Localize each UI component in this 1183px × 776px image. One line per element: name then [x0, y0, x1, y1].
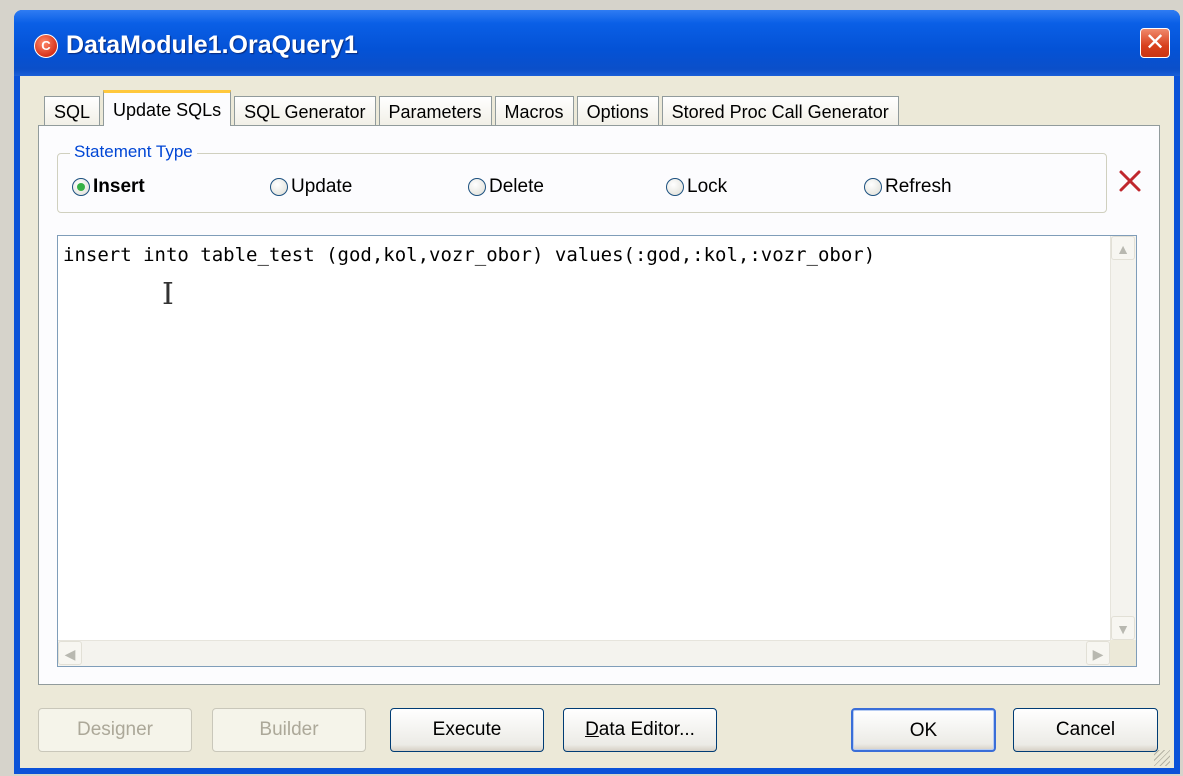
- tab-strip: SQL Update SQLs SQL Generator Parameters…: [44, 90, 902, 126]
- radio-insert-indicator: [72, 178, 90, 196]
- sql-editor[interactable]: insert into table_test (god,kol,vozr_obo…: [57, 235, 1137, 667]
- radio-insert[interactable]: Insert: [72, 176, 145, 198]
- tab-parameters[interactable]: Parameters: [378, 96, 492, 126]
- desktop-background: C DataModule1.OraQuery1 ✕ SQL Update SQL…: [0, 0, 1183, 776]
- scroll-up-icon[interactable]: ▲: [1111, 236, 1135, 260]
- radio-refresh-label: Refresh: [885, 176, 952, 197]
- radio-update[interactable]: Update: [270, 176, 352, 198]
- radio-refresh[interactable]: Refresh: [864, 176, 952, 198]
- title-bar[interactable]: C DataModule1.OraQuery1 ✕: [14, 10, 1180, 76]
- radio-update-indicator: [270, 178, 288, 196]
- resize-grip-icon[interactable]: [1154, 750, 1170, 766]
- devart-app-icon: C: [34, 34, 58, 58]
- builder-button[interactable]: Builder: [212, 708, 366, 752]
- radio-insert-label: Insert: [93, 176, 145, 197]
- radio-update-label: Update: [291, 176, 353, 197]
- text-cursor-icon: I: [162, 277, 174, 312]
- data-editor-accelerator: D: [585, 719, 599, 740]
- tab-sql-generator[interactable]: SQL Generator: [234, 96, 376, 126]
- tab-sql[interactable]: SQL: [44, 96, 101, 126]
- scroll-left-icon[interactable]: ◀: [58, 641, 82, 665]
- radio-delete-label: Delete: [489, 176, 544, 197]
- designer-button[interactable]: Designer: [38, 708, 192, 752]
- update-sqls-panel: Statement Type Insert Update Delete Lock…: [38, 125, 1160, 685]
- scroll-right-icon[interactable]: ▶: [1086, 641, 1110, 665]
- query-editor-dialog: C DataModule1.OraQuery1 ✕ SQL Update SQL…: [14, 10, 1180, 774]
- cancel-button[interactable]: Cancel: [1013, 708, 1158, 752]
- red-x-icon[interactable]: [1117, 168, 1143, 194]
- radio-lock-label: Lock: [687, 176, 728, 197]
- execute-button[interactable]: Execute: [390, 708, 544, 752]
- horizontal-scrollbar[interactable]: ◀ ▶: [58, 640, 1110, 666]
- close-button[interactable]: ✕: [1140, 28, 1170, 58]
- scroll-down-icon[interactable]: ▼: [1111, 616, 1135, 640]
- radio-lock[interactable]: Lock: [666, 176, 727, 198]
- radio-refresh-indicator: [864, 178, 882, 196]
- statement-type-group: Statement Type Insert Update Delete Lock…: [57, 142, 1107, 213]
- tab-macros[interactable]: Macros: [494, 96, 574, 126]
- statement-type-legend: Statement Type: [70, 142, 197, 162]
- radio-delete[interactable]: Delete: [468, 176, 544, 198]
- radio-delete-indicator: [468, 178, 486, 196]
- sql-editor-text[interactable]: insert into table_test (god,kol,vozr_obo…: [63, 244, 875, 266]
- scrollbar-corner: [1110, 640, 1136, 666]
- tab-options[interactable]: Options: [576, 96, 659, 126]
- data-editor-button[interactable]: Data Editor...: [563, 708, 717, 752]
- tab-update-sqls[interactable]: Update SQLs: [103, 90, 232, 126]
- tab-stored-proc-call-generator[interactable]: Stored Proc Call Generator: [661, 96, 899, 126]
- radio-lock-indicator: [666, 178, 684, 196]
- ok-button[interactable]: OK: [851, 708, 996, 752]
- data-editor-label: ata Editor...: [598, 719, 695, 740]
- vertical-scrollbar[interactable]: ▲ ▼: [1110, 236, 1136, 640]
- dialog-client-area: SQL Update SQLs SQL Generator Parameters…: [20, 76, 1174, 768]
- window-title: DataModule1.OraQuery1: [66, 31, 358, 59]
